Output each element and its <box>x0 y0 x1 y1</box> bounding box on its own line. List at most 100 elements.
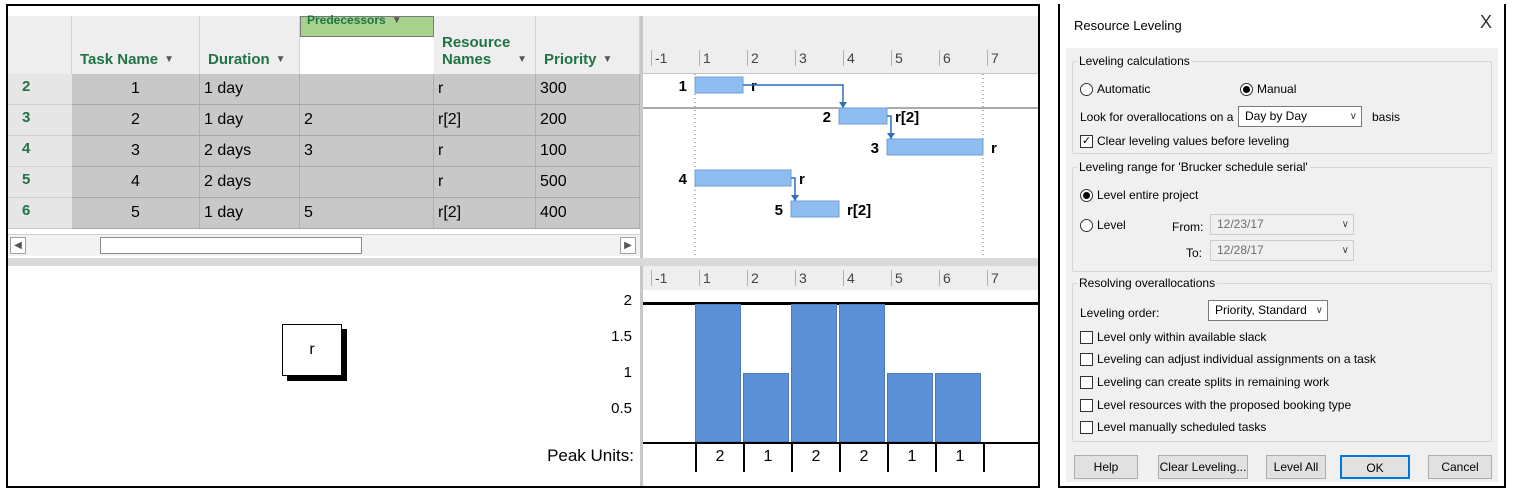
row-number[interactable]: 2 <box>8 74 72 105</box>
cell-priority[interactable]: 500 <box>536 167 640 198</box>
level-range-radio[interactable]: Level <box>1080 218 1126 232</box>
option-label: Level <box>1097 218 1126 232</box>
clear-values-checkbox[interactable]: ✓ Clear leveling values before leveling <box>1080 134 1289 148</box>
cell-priority[interactable]: 400 <box>536 198 640 229</box>
timescale-tick: 1 <box>699 50 711 66</box>
gantt-bars-area: 1 r2 r[2]3 r4 r5 r[2] <box>643 74 1038 258</box>
clear-leveling-button[interactable]: Clear Leveling... <box>1158 455 1248 479</box>
dropdown-arrow-icon[interactable]: ▼ <box>517 51 527 68</box>
dropdown-arrow-icon[interactable]: ▼ <box>164 51 174 68</box>
radio-selected-icon[interactable] <box>1240 82 1253 96</box>
help-button[interactable]: Help <box>1074 455 1138 479</box>
cell-priority[interactable]: 300 <box>536 74 640 105</box>
order-label: Leveling order: <box>1080 306 1160 320</box>
dependency-link <box>743 84 844 108</box>
histogram-bar <box>839 304 885 442</box>
cell-task-name[interactable]: 1 <box>72 74 200 105</box>
cell-task-name[interactable]: 5 <box>72 198 200 229</box>
gantt-bar <box>694 169 792 187</box>
cell-predecessors[interactable] <box>300 74 434 105</box>
cell-predecessors[interactable]: 3 <box>300 136 434 167</box>
grid-corner[interactable] <box>8 16 72 74</box>
col-header-resource-names[interactable]: Resource Names ▼ <box>434 16 536 74</box>
cell-duration[interactable]: 2 days <box>200 167 300 198</box>
close-icon[interactable]: X <box>1480 12 1492 33</box>
view-splitter[interactable] <box>8 258 1038 266</box>
cell-duration[interactable]: 1 day <box>200 74 300 105</box>
to-date-field[interactable]: 12/28/17 ∨ <box>1210 240 1354 261</box>
col-header-task-name[interactable]: Task Name ▼ <box>72 16 200 74</box>
col-header-priority[interactable]: Priority ▼ <box>536 16 640 74</box>
checkmark-icon[interactable]: ✓ <box>1080 134 1093 148</box>
option-label: Clear leveling values before leveling <box>1097 134 1290 148</box>
option-checkbox[interactable]: Level only within available slack <box>1080 330 1266 344</box>
radio-icon[interactable] <box>1080 82 1093 96</box>
cell-resource[interactable]: r <box>434 136 536 167</box>
cell-duration[interactable]: 1 day <box>200 198 300 229</box>
gantt-task-id: 1 <box>679 78 687 95</box>
cell-resource[interactable]: r <box>434 167 536 198</box>
col-label-line1: Resource <box>442 34 511 51</box>
timescale-tick: 2 <box>747 270 759 286</box>
dependency-link-arrow <box>887 133 895 139</box>
y-tick-label: 2 <box>623 292 632 309</box>
leveling-order-dropdown[interactable]: Priority, Standard ∨ <box>1208 300 1328 321</box>
from-date-field[interactable]: 12/23/17 ∨ <box>1210 214 1354 235</box>
cell-duration[interactable]: 2 days <box>200 136 300 167</box>
radio-selected-icon[interactable] <box>1080 188 1093 202</box>
scroll-left-icon[interactable]: ◀ <box>10 237 26 254</box>
row-number[interactable]: 4 <box>8 136 72 167</box>
col-header-duration[interactable]: Duration ▼ <box>200 16 300 74</box>
cancel-button[interactable]: Cancel <box>1428 455 1492 479</box>
option-checkbox[interactable]: Leveling can adjust individual assignmen… <box>1080 352 1376 366</box>
scroll-thumb[interactable] <box>100 237 362 254</box>
histogram-bar <box>695 304 741 442</box>
field-value: 12/23/17 <box>1217 217 1264 231</box>
checkbox-icon[interactable] <box>1080 375 1093 389</box>
checkbox-icon[interactable] <box>1080 352 1093 366</box>
cell-task-name[interactable]: 4 <box>72 167 200 198</box>
dropdown-arrow-icon[interactable]: ▼ <box>392 11 402 30</box>
option-checkbox[interactable]: Level manually scheduled tasks <box>1080 420 1266 434</box>
row-number[interactable]: 6 <box>8 198 72 229</box>
peak-units-cell: 2 <box>791 444 839 472</box>
row-number[interactable]: 3 <box>8 105 72 136</box>
dropdown-arrow-icon[interactable]: ▼ <box>603 51 613 68</box>
scroll-right-icon[interactable]: ▶ <box>620 237 636 254</box>
grid-horizontal-scrollbar[interactable]: ◀ ▶ <box>8 234 640 256</box>
histogram-bar <box>887 373 933 442</box>
field-value: 12/28/17 <box>1217 243 1264 257</box>
cell-priority[interactable]: 100 <box>536 136 640 167</box>
cell-predecessors[interactable]: 2 <box>300 105 434 136</box>
gantt-bar <box>790 200 840 218</box>
option-checkbox[interactable]: Level resources with the proposed bookin… <box>1080 398 1351 412</box>
ok-button[interactable]: OK <box>1340 455 1410 479</box>
manual-radio[interactable]: Manual <box>1240 82 1296 96</box>
row-number[interactable]: 5 <box>8 167 72 198</box>
cell-resource[interactable]: r[2] <box>434 105 536 136</box>
option-checkbox[interactable]: Leveling can create splits in remaining … <box>1080 375 1329 389</box>
cell-resource[interactable]: r[2] <box>434 198 536 229</box>
peak-units-cell: 1 <box>935 444 983 472</box>
timescale-tick: 6 <box>939 270 951 286</box>
col-header-predecessors[interactable]: Predecessors ▼ <box>300 13 434 37</box>
level-all-button[interactable]: Level All <box>1266 455 1326 479</box>
cell-predecessors[interactable] <box>300 167 434 198</box>
timescale-tick: 6 <box>939 50 951 66</box>
level-entire-radio[interactable]: Level entire project <box>1080 188 1198 202</box>
dropdown-arrow-icon[interactable]: ▼ <box>276 51 286 68</box>
cell-predecessors[interactable]: 5 <box>300 198 434 229</box>
cell-priority[interactable]: 200 <box>536 105 640 136</box>
cell-resource[interactable]: r <box>434 74 536 105</box>
checkbox-icon[interactable] <box>1080 330 1093 344</box>
checkbox-icon[interactable] <box>1080 398 1093 412</box>
cell-task-name[interactable]: 3 <box>72 136 200 167</box>
resource-legend-box: r <box>282 324 342 376</box>
automatic-radio[interactable]: Automatic <box>1080 82 1150 96</box>
checkbox-icon[interactable] <box>1080 420 1093 434</box>
cell-task-name[interactable]: 2 <box>72 105 200 136</box>
radio-icon[interactable] <box>1080 218 1093 232</box>
cell-duration[interactable]: 1 day <box>200 105 300 136</box>
group-legend: Leveling range for 'Brucker schedule ser… <box>1079 160 1308 174</box>
basis-dropdown[interactable]: Day by Day ∨ <box>1238 106 1362 127</box>
